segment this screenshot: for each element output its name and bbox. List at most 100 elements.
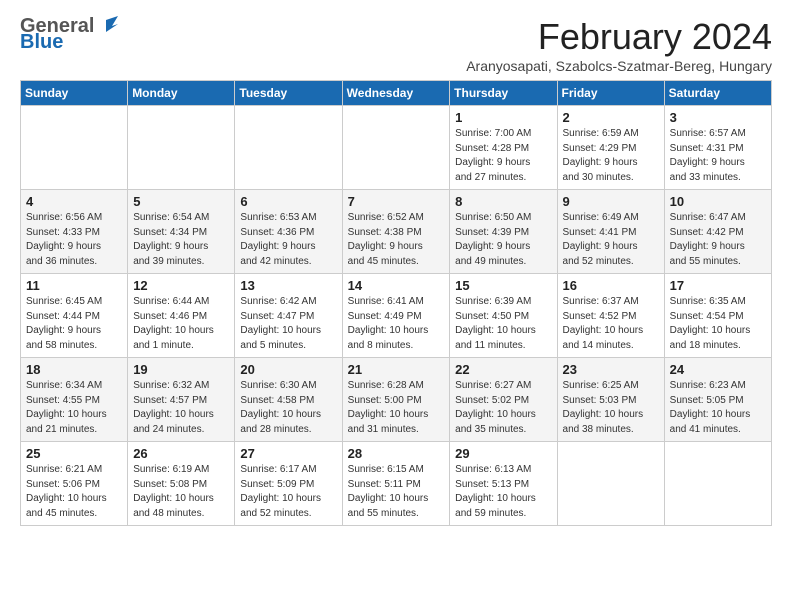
day-info: Sunrise: 6:30 AM Sunset: 4:58 PM Dayligh… bbox=[240, 379, 336, 437]
calendar-cell: 7 Sunrise: 6:52 AM Sunset: 4:38 PM Daylig… bbox=[342, 190, 450, 274]
day-info: Sunrise: 6:50 AM Sunset: 4:39 PM Dayligh… bbox=[455, 211, 551, 269]
day-info: Sunrise: 6:42 AM Sunset: 4:47 PM Dayligh… bbox=[240, 295, 336, 353]
calendar-cell: 29 Sunrise: 6:13 AM Sunset: 5:13 PM Dayli… bbox=[450, 442, 557, 526]
day-number: 14 bbox=[348, 278, 445, 293]
calendar-week-row: 18 Sunrise: 6:34 AM Sunset: 4:55 PM Dayli… bbox=[21, 358, 772, 442]
day-info: Sunrise: 6:49 AM Sunset: 4:41 PM Dayligh… bbox=[563, 211, 659, 269]
calendar-cell: 4Sunrise: 6:56 AM Sunset: 4:33 PM Daylig… bbox=[21, 190, 128, 274]
calendar-cell: 14 Sunrise: 6:41 AM Sunset: 4:49 PM Dayli… bbox=[342, 274, 450, 358]
day-info: Sunrise: 6:47 AM Sunset: 4:42 PM Dayligh… bbox=[670, 211, 766, 269]
day-info: Sunrise: 6:17 AM Sunset: 5:09 PM Dayligh… bbox=[240, 463, 336, 521]
day-info: Sunrise: 6:28 AM Sunset: 5:00 PM Dayligh… bbox=[348, 379, 445, 437]
calendar-cell: 12 Sunrise: 6:44 AM Sunset: 4:46 PM Dayli… bbox=[128, 274, 235, 358]
calendar-header-row: SundayMondayTuesdayWednesdayThursdayFrid… bbox=[21, 81, 772, 106]
day-number: 4 bbox=[26, 194, 122, 209]
calendar-cell: 18 Sunrise: 6:34 AM Sunset: 4:55 PM Dayli… bbox=[21, 358, 128, 442]
day-info: Sunrise: 6:39 AM Sunset: 4:50 PM Dayligh… bbox=[455, 295, 551, 353]
calendar-week-row: 11Sunrise: 6:45 AM Sunset: 4:44 PM Dayli… bbox=[21, 274, 772, 358]
calendar-cell: 17 Sunrise: 6:35 AM Sunset: 4:54 PM Dayli… bbox=[664, 274, 771, 358]
calendar-week-row: 25 Sunrise: 6:21 AM Sunset: 5:06 PM Dayli… bbox=[21, 442, 772, 526]
day-info: Sunrise: 6:13 AM Sunset: 5:13 PM Dayligh… bbox=[455, 463, 551, 521]
calendar-cell bbox=[235, 106, 342, 190]
day-number: 13 bbox=[240, 278, 336, 293]
calendar-cell bbox=[342, 106, 450, 190]
calendar-cell: 8 Sunrise: 6:50 AM Sunset: 4:39 PM Daylig… bbox=[450, 190, 557, 274]
calendar-cell: 20 Sunrise: 6:30 AM Sunset: 4:58 PM Dayli… bbox=[235, 358, 342, 442]
day-number: 11 bbox=[26, 278, 122, 293]
calendar-cell bbox=[128, 106, 235, 190]
day-number: 21 bbox=[348, 362, 445, 377]
calendar-cell: 5Sunrise: 6:54 AM Sunset: 4:34 PM Daylig… bbox=[128, 190, 235, 274]
day-info: Sunrise: 6:57 AM Sunset: 4:31 PM Dayligh… bbox=[670, 127, 766, 185]
day-number: 23 bbox=[563, 362, 659, 377]
calendar-cell: 21 Sunrise: 6:28 AM Sunset: 5:00 PM Dayli… bbox=[342, 358, 450, 442]
day-info: Sunrise: 6:23 AM Sunset: 5:05 PM Dayligh… bbox=[670, 379, 766, 437]
day-info: Sunrise: 6:21 AM Sunset: 5:06 PM Dayligh… bbox=[26, 463, 122, 521]
calendar-header-saturday: Saturday bbox=[664, 81, 771, 106]
calendar-cell: 19Sunrise: 6:32 AM Sunset: 4:57 PM Dayli… bbox=[128, 358, 235, 442]
location-subtitle: Aranyosapati, Szabolcs-Szatmar-Bereg, Hu… bbox=[466, 58, 772, 74]
calendar-cell: 6Sunrise: 6:53 AM Sunset: 4:36 PM Daylig… bbox=[235, 190, 342, 274]
day-number: 29 bbox=[455, 446, 551, 461]
day-info: Sunrise: 6:27 AM Sunset: 5:02 PM Dayligh… bbox=[455, 379, 551, 437]
calendar-cell: 15 Sunrise: 6:39 AM Sunset: 4:50 PM Dayli… bbox=[450, 274, 557, 358]
day-number: 18 bbox=[26, 362, 122, 377]
day-info: Sunrise: 6:15 AM Sunset: 5:11 PM Dayligh… bbox=[348, 463, 445, 521]
calendar-cell: 1Sunrise: 7:00 AM Sunset: 4:28 PM Daylig… bbox=[450, 106, 557, 190]
day-number: 10 bbox=[670, 194, 766, 209]
logo-blue: Blue bbox=[20, 32, 63, 52]
day-info: Sunrise: 6:37 AM Sunset: 4:52 PM Dayligh… bbox=[563, 295, 659, 353]
logo: General Blue bbox=[20, 16, 118, 52]
calendar-cell: 27Sunrise: 6:17 AM Sunset: 5:09 PM Dayli… bbox=[235, 442, 342, 526]
day-info: Sunrise: 6:32 AM Sunset: 4:57 PM Dayligh… bbox=[133, 379, 229, 437]
calendar-cell: 16 Sunrise: 6:37 AM Sunset: 4:52 PM Dayli… bbox=[557, 274, 664, 358]
day-number: 25 bbox=[26, 446, 122, 461]
day-info: Sunrise: 6:35 AM Sunset: 4:54 PM Dayligh… bbox=[670, 295, 766, 353]
day-info: Sunrise: 6:52 AM Sunset: 4:38 PM Dayligh… bbox=[348, 211, 445, 269]
day-info: Sunrise: 6:34 AM Sunset: 4:55 PM Dayligh… bbox=[26, 379, 122, 437]
logo-bird-icon bbox=[96, 16, 118, 36]
month-title: February 2024 bbox=[466, 16, 772, 58]
day-number: 20 bbox=[240, 362, 336, 377]
calendar-cell: 13 Sunrise: 6:42 AM Sunset: 4:47 PM Dayli… bbox=[235, 274, 342, 358]
calendar-header-thursday: Thursday bbox=[450, 81, 557, 106]
day-number: 12 bbox=[133, 278, 229, 293]
day-number: 7 bbox=[348, 194, 445, 209]
day-number: 22 bbox=[455, 362, 551, 377]
day-info: Sunrise: 6:41 AM Sunset: 4:49 PM Dayligh… bbox=[348, 295, 445, 353]
calendar-cell: 10 Sunrise: 6:47 AM Sunset: 4:42 PM Dayli… bbox=[664, 190, 771, 274]
calendar-cell bbox=[21, 106, 128, 190]
day-info: Sunrise: 6:59 AM Sunset: 4:29 PM Dayligh… bbox=[563, 127, 659, 185]
calendar-header-monday: Monday bbox=[128, 81, 235, 106]
calendar-table: SundayMondayTuesdayWednesdayThursdayFrid… bbox=[20, 80, 772, 526]
calendar-cell: 22 Sunrise: 6:27 AM Sunset: 5:02 PM Dayli… bbox=[450, 358, 557, 442]
day-info: Sunrise: 6:19 AM Sunset: 5:08 PM Dayligh… bbox=[133, 463, 229, 521]
day-info: Sunrise: 6:54 AM Sunset: 4:34 PM Dayligh… bbox=[133, 211, 229, 269]
calendar-header-tuesday: Tuesday bbox=[235, 81, 342, 106]
calendar-cell: 26Sunrise: 6:19 AM Sunset: 5:08 PM Dayli… bbox=[128, 442, 235, 526]
calendar-cell: 2 Sunrise: 6:59 AM Sunset: 4:29 PM Daylig… bbox=[557, 106, 664, 190]
calendar-cell bbox=[664, 442, 771, 526]
day-number: 24 bbox=[670, 362, 766, 377]
day-number: 16 bbox=[563, 278, 659, 293]
day-info: Sunrise: 6:44 AM Sunset: 4:46 PM Dayligh… bbox=[133, 295, 229, 353]
calendar-cell: 24 Sunrise: 6:23 AM Sunset: 5:05 PM Dayli… bbox=[664, 358, 771, 442]
page-header: General Blue February 2024 Aranyosapati,… bbox=[20, 16, 772, 74]
day-number: 17 bbox=[670, 278, 766, 293]
day-number: 8 bbox=[455, 194, 551, 209]
day-number: 2 bbox=[563, 110, 659, 125]
day-info: Sunrise: 6:25 AM Sunset: 5:03 PM Dayligh… bbox=[563, 379, 659, 437]
day-number: 15 bbox=[455, 278, 551, 293]
calendar-header-friday: Friday bbox=[557, 81, 664, 106]
title-block: February 2024 Aranyosapati, Szabolcs-Sza… bbox=[466, 16, 772, 74]
day-number: 6 bbox=[240, 194, 336, 209]
calendar-cell: 9Sunrise: 6:49 AM Sunset: 4:41 PM Daylig… bbox=[557, 190, 664, 274]
calendar-cell: 3 Sunrise: 6:57 AM Sunset: 4:31 PM Daylig… bbox=[664, 106, 771, 190]
calendar-cell: 28 Sunrise: 6:15 AM Sunset: 5:11 PM Dayli… bbox=[342, 442, 450, 526]
calendar-cell: 23 Sunrise: 6:25 AM Sunset: 5:03 PM Dayli… bbox=[557, 358, 664, 442]
day-number: 1 bbox=[455, 110, 551, 125]
calendar-cell bbox=[557, 442, 664, 526]
day-number: 28 bbox=[348, 446, 445, 461]
day-number: 3 bbox=[670, 110, 766, 125]
calendar-cell: 11Sunrise: 6:45 AM Sunset: 4:44 PM Dayli… bbox=[21, 274, 128, 358]
